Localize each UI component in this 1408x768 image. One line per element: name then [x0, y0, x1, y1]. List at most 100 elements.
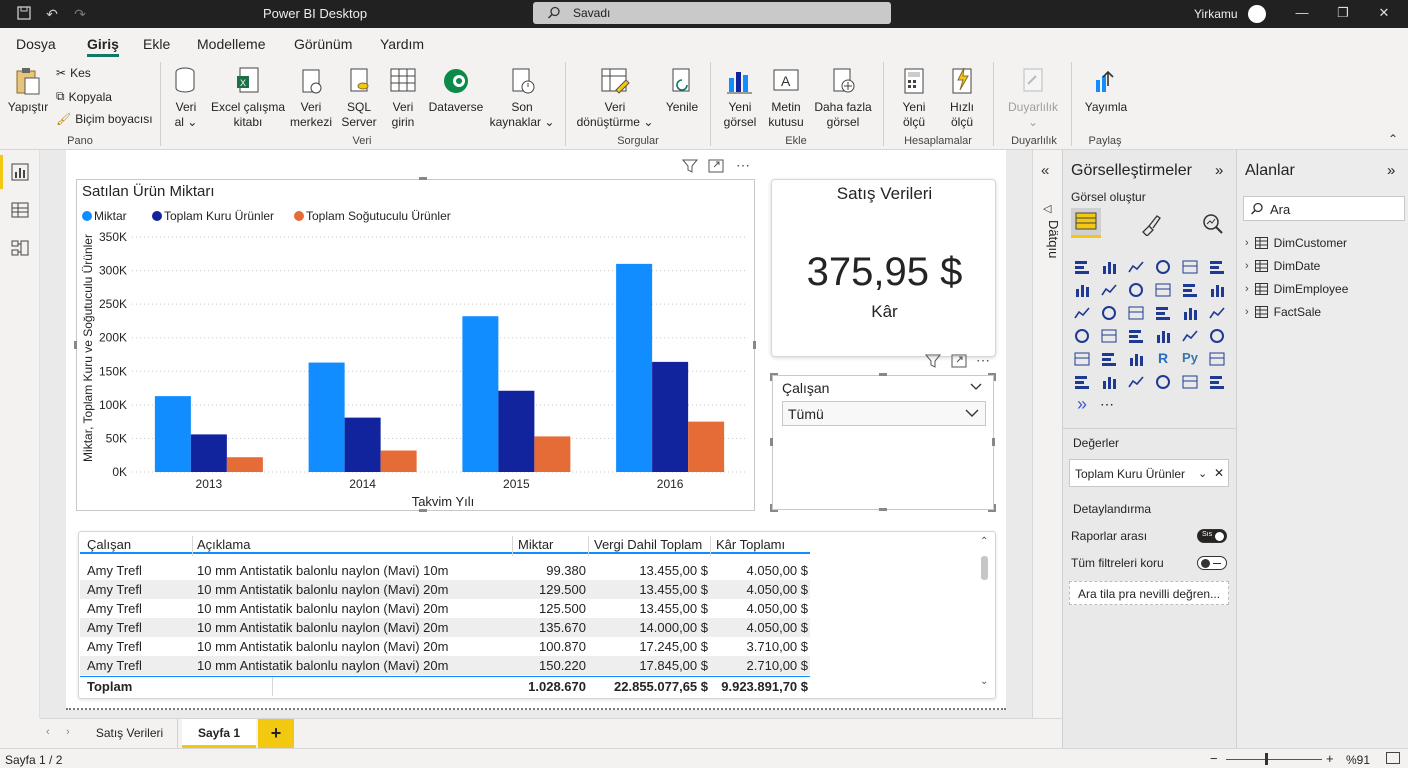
resize-handle[interactable] — [419, 509, 427, 512]
bar-2016-0[interactable] — [616, 263, 653, 472]
viz-collapse-icon[interactable]: » — [1215, 162, 1223, 179]
slicer-dropdown[interactable]: Tümü — [782, 401, 986, 426]
field-table-dimemployee[interactable]: › DimEmployee — [1245, 282, 1348, 296]
menu-ekle[interactable]: Ekle — [143, 36, 170, 52]
publish-button[interactable]: Yayımla — [1078, 66, 1134, 115]
power-apps-icon[interactable] — [1181, 373, 1199, 391]
slicer-visual[interactable]: Çalışan Tümü — [772, 375, 994, 510]
legend-label[interactable]: Miktar — [94, 209, 127, 223]
cut-button[interactable]: ✂ Kes — [56, 66, 91, 80]
python-visual-icon[interactable]: Py — [1181, 350, 1199, 368]
arcgis-icon[interactable]: » — [1073, 395, 1091, 414]
stacked-column-icon[interactable] — [1100, 258, 1118, 276]
column-divider[interactable] — [710, 536, 711, 556]
bar-2013-0[interactable] — [154, 396, 191, 472]
drillthrough-drop-zone[interactable]: Ara tila pra nevilli değren... — [1069, 581, 1229, 605]
treemap-icon[interactable] — [1208, 304, 1226, 322]
stacked-area-icon[interactable] — [1127, 281, 1145, 299]
table-icon[interactable] — [1127, 350, 1145, 368]
scatter-icon[interactable] — [1127, 304, 1145, 322]
field-table-dimcustomer[interactable]: › DimCustomer — [1245, 236, 1347, 250]
model-view-icon[interactable] — [10, 238, 30, 258]
table-row[interactable]: Amy Trefl 10 mm Antistatik balonlu naylon… — [80, 599, 810, 618]
focus-mode-icon[interactable] — [708, 159, 724, 176]
build-visual-tab[interactable] — [1071, 208, 1101, 238]
chevron-right-icon[interactable]: › — [1245, 237, 1249, 249]
table-total-row[interactable]: Toplam 1.028.670 22.855.077,65 $ 9.923.891,… — [80, 676, 810, 695]
paginated-icon[interactable] — [1154, 373, 1172, 391]
clustered-bar-icon[interactable] — [1127, 258, 1145, 276]
pie-icon[interactable] — [1154, 304, 1172, 322]
more-icon[interactable]: ⋯ — [1100, 396, 1118, 414]
stacked-bar-icon[interactable] — [1073, 258, 1091, 276]
table-row[interactable]: Amy Trefl 10 mm Antistatik balonlu naylon… — [80, 637, 810, 656]
chevron-right-icon[interactable]: › — [1245, 306, 1249, 318]
line-clustered-icon[interactable] — [1181, 281, 1199, 299]
copy-button[interactable]: ⧉ Kopyala — [56, 89, 112, 104]
page-tab-sayfa-1[interactable]: Sayfa 1 — [182, 719, 256, 748]
slicer-focus-mode-icon[interactable] — [951, 354, 967, 371]
resize-handle[interactable] — [770, 438, 773, 446]
format-visual-icon[interactable] — [1139, 212, 1163, 236]
legend-label[interactable]: Toplam Soğutuculu Ürünler — [306, 209, 451, 223]
save-icon[interactable] — [16, 6, 32, 22]
column-divider[interactable] — [192, 536, 193, 556]
excel-workbook-button[interactable]: X Excel çalışma kitabı — [210, 66, 286, 130]
bar-2013-2[interactable] — [226, 457, 263, 472]
slicer-collapse-icon[interactable] — [969, 379, 983, 396]
legend-label[interactable]: Toplam Kuru Ürünler — [164, 209, 274, 223]
resize-handle[interactable] — [419, 177, 427, 180]
values-field-pill[interactable]: Toplam Kuru Ürünler ⌄ ✕ — [1069, 459, 1229, 487]
bar-2013-1[interactable] — [190, 434, 227, 472]
funnel-icon[interactable] — [1100, 304, 1118, 322]
resize-handle[interactable] — [753, 341, 756, 349]
gauge-icon[interactable] — [1154, 327, 1172, 345]
restore-icon[interactable]: ❐ — [1333, 5, 1353, 21]
new-measure-button[interactable]: Yeni ölçü — [892, 66, 936, 130]
sql-server-button[interactable]: SQL Server — [338, 66, 380, 130]
more-visuals-button[interactable]: Daha fazla görsel — [810, 66, 876, 130]
zoom-slider-thumb[interactable] — [1265, 753, 1268, 765]
bar-chart-visual[interactable]: Satılan Ürün Miktarı Miktar Toplam Kuru Ü… — [76, 179, 755, 511]
more-options-icon[interactable]: ⋯ — [736, 157, 751, 174]
zoom-in-icon[interactable]: + — [1326, 751, 1334, 766]
add-page-button[interactable]: + — [258, 719, 294, 748]
keep-filters-toggle[interactable] — [1197, 556, 1227, 570]
resize-handle[interactable] — [988, 373, 996, 381]
textbox-button[interactable]: A Metin kutusu — [764, 66, 808, 130]
expand-left-icon[interactable]: « — [1041, 162, 1049, 179]
chevron-right-icon[interactable]: › — [1245, 283, 1249, 295]
dataverse-button[interactable]: Dataverse — [426, 66, 486, 115]
bar-2015-0[interactable] — [462, 316, 499, 472]
fit-to-page-icon[interactable] — [1386, 752, 1400, 764]
table-row[interactable]: Amy Trefl 10 mm Antistatik balonlu naylon… — [80, 580, 810, 599]
transform-data-button[interactable]: Veri dönüştürme ⌄ — [572, 66, 658, 130]
power-automate-icon[interactable] — [1208, 373, 1226, 391]
100-bar-icon[interactable] — [1181, 258, 1199, 276]
resize-handle[interactable] — [992, 438, 995, 446]
slicer-more-options-icon[interactable]: ⋯ — [976, 352, 990, 369]
recent-sources-button[interactable]: Son kaynaklar ⌄ — [488, 66, 556, 130]
next-page-icon[interactable]: › — [66, 726, 70, 738]
table-row[interactable]: Amy Trefl 10 mm Antistatik balonlu naylon… — [80, 656, 810, 675]
page-tab-satis-verileri[interactable]: Satış Verileri — [82, 719, 178, 748]
bar-2014-1[interactable] — [344, 417, 381, 472]
decomposition-icon[interactable] — [1073, 373, 1091, 391]
resize-handle[interactable] — [879, 508, 887, 511]
format-painter-button[interactable]: 🖌 Biçim boyacısı — [56, 112, 153, 126]
resize-handle[interactable] — [879, 373, 887, 376]
area-icon[interactable] — [1100, 281, 1118, 299]
zoom-slider-track[interactable] — [1226, 759, 1322, 760]
scroll-up-icon[interactable]: ⌃ — [980, 536, 988, 547]
search-input[interactable]: Savadı — [533, 2, 891, 24]
undo-icon[interactable]: ↶ — [44, 6, 60, 22]
table-row[interactable]: Amy Trefl 10 mm Antistatik balonlu naylon… — [80, 618, 810, 637]
donut-icon[interactable] — [1181, 304, 1199, 322]
column-divider[interactable] — [512, 536, 513, 556]
slicer-filter-icon[interactable] — [924, 354, 942, 371]
card-icon[interactable] — [1181, 327, 1199, 345]
remove-field-icon[interactable]: ✕ — [1214, 466, 1224, 480]
line-column-icon[interactable] — [1154, 281, 1172, 299]
waterfall-icon[interactable] — [1073, 304, 1091, 322]
menu-modelleme[interactable]: Modelleme — [197, 36, 265, 52]
